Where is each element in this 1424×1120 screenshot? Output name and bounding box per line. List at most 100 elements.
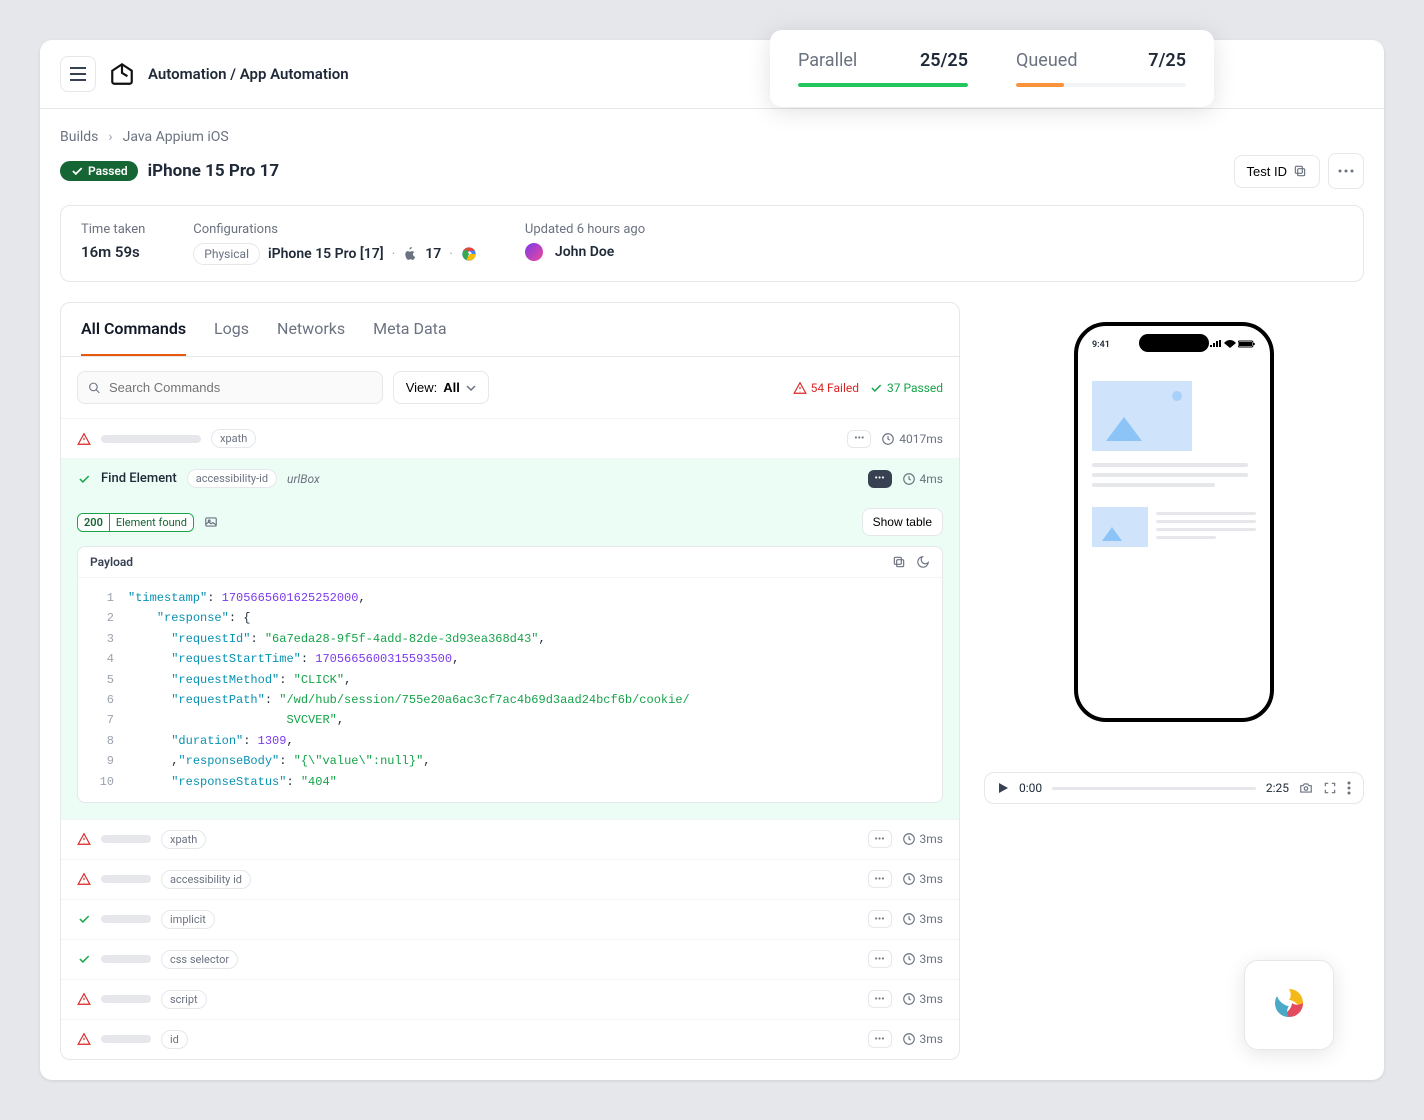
test-id-button[interactable]: Test ID [1234,155,1320,188]
play-icon[interactable] [997,782,1009,794]
menu-button[interactable] [60,56,96,92]
chevron-down-icon [466,385,476,391]
video-total-time: 2:25 [1266,781,1289,795]
more-button[interactable] [1328,153,1364,189]
command-name: Find Element [101,471,177,486]
locator-pill: accessibility id [161,870,251,889]
skeleton [101,915,151,923]
command-time: 3ms [902,872,943,886]
copy-icon[interactable] [892,555,906,569]
row-more-button[interactable]: ••• [868,470,892,488]
warning-icon [77,432,91,446]
check-icon [77,472,91,486]
swirl-logo-icon [1265,981,1313,1029]
locator-pill: xpath [211,429,256,448]
failed-count: 54 Failed [793,381,859,395]
updated-label: Updated 6 hours ago [525,222,645,237]
command-time: 4ms [902,472,943,486]
row-more-button[interactable]: ••• [868,950,892,968]
apple-icon [403,246,417,262]
clock-icon [902,472,916,486]
status-badge: Passed [60,161,138,181]
command-row[interactable]: script ••• 3ms [61,979,959,1019]
locator-pill: css selector [161,950,238,969]
skeleton [101,1035,151,1043]
command-row[interactable]: id ••• 3ms [61,1019,959,1059]
command-time: 4017ms [881,432,943,446]
check-icon [77,952,91,966]
tab-networks[interactable]: Networks [277,303,345,356]
command-time: 3ms [902,912,943,926]
phone-status-icons [1210,340,1257,351]
browser-icon [461,246,477,262]
locator-value: urlBox [287,472,320,486]
moon-icon[interactable] [916,555,930,569]
config-label: Configurations [193,222,477,237]
user-name: John Doe [555,244,614,260]
parallel-value: 25/25 [920,50,968,71]
video-controls[interactable]: 0:00 2:25 [984,772,1364,804]
crumb-leaf: Java Appium iOS [123,129,229,145]
skeleton [101,955,151,963]
command-time: 3ms [902,832,943,846]
app-logo [108,60,136,88]
queued-value: 7/25 [1148,50,1186,71]
device-preview: 9:41 [1074,322,1274,722]
tab-logs[interactable]: Logs [214,303,249,356]
skeleton [101,835,151,843]
header-breadcrumb: Automation / App Automation [148,65,349,83]
phone-time: 9:41 [1092,340,1110,351]
parallel-label: Parallel [798,50,857,71]
command-row[interactable]: implicit ••• 3ms [61,899,959,939]
time-taken-value: 16m 59s [81,243,145,261]
image-icon[interactable] [204,515,218,529]
chevron-right-icon: › [108,129,112,145]
locator-pill: id [161,1030,188,1049]
help-fab[interactable] [1244,960,1334,1050]
video-current-time: 0:00 [1019,781,1042,795]
payload-code: 1"timestamp": 1705665601625252000,2 "res… [78,578,942,802]
crumb-root[interactable]: Builds [60,129,98,145]
row-more-button[interactable]: ••• [868,870,892,888]
check-icon [77,912,91,926]
locator-pill: script [161,990,207,1009]
skeleton [101,875,151,883]
warning-icon [77,832,91,846]
row-more-button[interactable]: ••• [868,830,892,848]
command-row[interactable]: xpath ••• 4017ms [61,418,959,458]
search-input[interactable] [77,371,383,404]
view-filter-button[interactable]: View: All [393,371,489,404]
row-more-button[interactable]: ••• [868,1030,892,1048]
passed-count: 37 Passed [869,381,943,395]
more-vertical-icon[interactable] [1347,781,1351,795]
locator-pill: implicit [161,910,215,929]
command-row[interactable]: accessibility id ••• 3ms [61,859,959,899]
queued-label: Queued [1016,50,1077,71]
tab-meta-data[interactable]: Meta Data [373,303,447,356]
fullscreen-icon[interactable] [1323,781,1337,795]
show-table-button[interactable]: Show table [862,508,943,536]
stats-card: Parallel 25/25 Queued 7/25 [770,30,1214,107]
command-time: 3ms [902,992,943,1006]
warning-icon [77,992,91,1006]
command-row[interactable]: xpath ••• 3ms [61,819,959,859]
search-icon [88,381,101,395]
locator-pill: accessibility-id [187,469,277,488]
info-card: Time taken 16m 59s Configurations Physic… [60,205,1364,282]
avatar [525,243,543,261]
time-taken-label: Time taken [81,222,145,237]
locator-pill: xpath [161,830,206,849]
command-row-expanded[interactable]: Find Element accessibility-id urlBox •••… [61,458,959,498]
warning-icon [77,872,91,886]
warning-icon [77,1032,91,1046]
physical-chip: Physical [193,243,260,265]
row-more-button[interactable]: ••• [868,910,892,928]
video-track[interactable] [1052,787,1256,790]
camera-icon[interactable] [1299,781,1313,795]
page-title: iPhone 15 Pro 17 [148,161,280,181]
skeleton [101,995,151,1003]
command-row[interactable]: css selector ••• 3ms [61,939,959,979]
row-more-button[interactable]: ••• [868,990,892,1008]
row-more-button[interactable]: ••• [847,430,871,448]
tab-all-commands[interactable]: All Commands [81,303,186,356]
